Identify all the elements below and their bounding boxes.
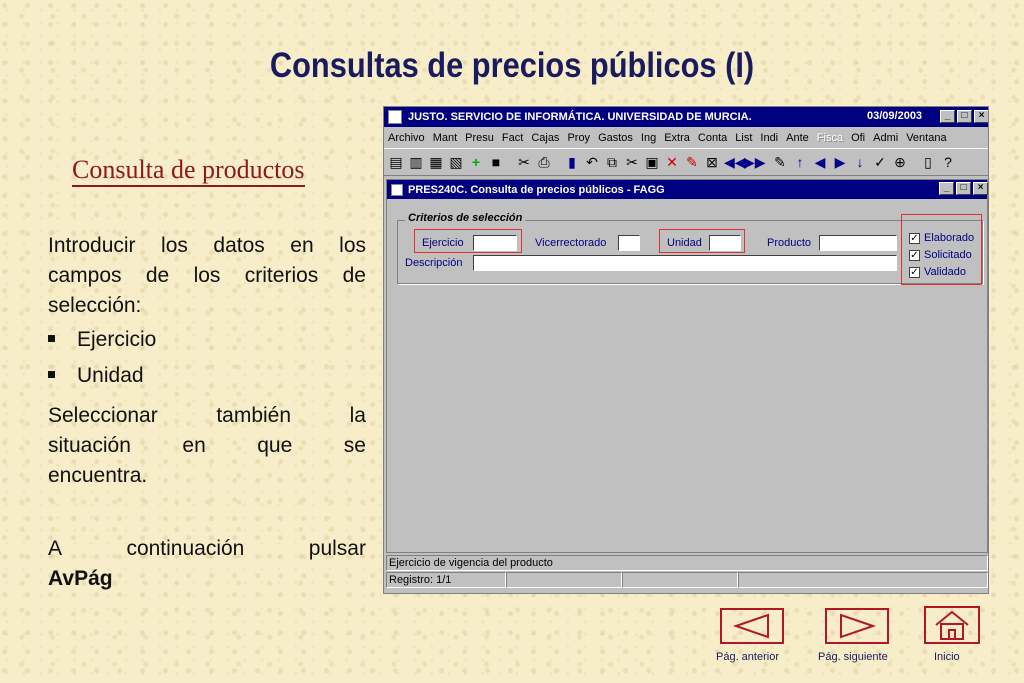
app-date: 03/09/2003 [867, 110, 923, 122]
triangle-right-icon [840, 613, 877, 639]
status-panel-3 [622, 572, 738, 588]
bullet-unidad: Unidad [48, 364, 144, 388]
menu-fisca: Fisca [816, 131, 844, 144]
copy-record-icon[interactable]: ▥ [408, 154, 424, 170]
first-record-icon[interactable]: ◀◀ [724, 154, 746, 170]
help-icon[interactable]: ? [940, 154, 956, 170]
status-hint: Ejercicio de vigencia del producto [386, 555, 988, 571]
descripcion-label: Descripción [405, 257, 463, 269]
app-titlebar: JUSTO. SERVICIO DE INFORMÁTICA. UNIVERSI… [384, 107, 988, 127]
trash-icon[interactable]: ▯ [920, 154, 936, 170]
toolbar: ▤ ▥ ▦ ▧ + ■ ✂ ⎙ ▮ ↶ ⧉ ✂ ▣ ✕ ✎ ⊠ ◀◀ ▶▶ ✎ … [384, 148, 988, 176]
menu-proy[interactable]: Proy [563, 132, 594, 144]
highlight-ejercicio [414, 229, 522, 253]
query-icon[interactable]: ▦ [428, 154, 444, 170]
next-page-button[interactable] [825, 608, 889, 644]
menu-indi[interactable]: Indi [756, 132, 782, 144]
bullet-marker-icon [48, 334, 55, 342]
child-minimize-button[interactable]: _ [939, 182, 954, 195]
exit-icon[interactable]: ▮ [564, 154, 580, 170]
menu-ante[interactable]: Ante [782, 132, 813, 144]
query-window-title: PRES240C. Consulta de precios públicos -… [408, 183, 665, 196]
prev-page-label[interactable]: Pág. anterior [716, 651, 779, 663]
app-title: JUSTO. SERVICIO DE INFORMÁTICA. UNIVERSI… [408, 111, 752, 123]
paragraph-select: Seleccionar también la situación en que se en… [48, 404, 366, 487]
bullet-ejercicio: Ejercicio [48, 328, 156, 352]
arrow-down-icon[interactable]: ↓ [852, 154, 868, 170]
menu-mant[interactable]: Mant [429, 132, 461, 144]
menu-ofi[interactable]: Ofi [847, 132, 869, 144]
next-icon[interactable]: ▶ [832, 154, 848, 170]
app-icon [388, 110, 402, 124]
paste-icon[interactable]: ▣ [644, 154, 660, 170]
bullet-marker-icon [48, 370, 55, 378]
menu-gastos[interactable]: Gastos [594, 132, 637, 144]
highlight-unidad [659, 229, 745, 253]
duplicate-icon[interactable]: ▧ [448, 154, 464, 170]
status-record: Registro: 1/1 [386, 572, 506, 588]
home-icon [935, 610, 969, 640]
window-icon [391, 183, 403, 196]
enter-query-icon[interactable]: ✎ [772, 154, 788, 170]
home-label[interactable]: Inicio [934, 651, 960, 663]
last-record-icon[interactable]: ▶▶ [744, 154, 766, 170]
avpag-key-label: AvPág [48, 567, 113, 590]
cut-icon[interactable]: ✂ [624, 154, 640, 170]
paragraph-next: Acontinuación pulsar AvPág [48, 534, 366, 594]
vicerrectorado-field[interactable] [618, 235, 640, 251]
section-subtitle: Consulta de productos [72, 155, 305, 187]
copy-icon[interactable]: ⧉ [604, 154, 620, 170]
add-icon[interactable]: + [468, 154, 484, 170]
clear-form-icon[interactable]: ⊠ [704, 154, 720, 170]
vicerrectorado-label: Vicerrectorado [535, 237, 607, 249]
new-icon[interactable]: ▤ [388, 154, 404, 170]
print-icon[interactable]: ⎙ [536, 154, 552, 170]
minimize-button[interactable]: _ [940, 110, 955, 123]
menu-cajas[interactable]: Cajas [527, 132, 563, 144]
clear-icon[interactable]: ✎ [684, 154, 700, 170]
menu-ventana[interactable]: Ventana [902, 132, 950, 144]
prev-page-button[interactable] [720, 608, 784, 644]
maximize-button[interactable]: □ [957, 110, 972, 123]
arrow-up-icon[interactable]: ↑ [792, 154, 808, 170]
triangle-left-icon [732, 613, 769, 639]
save-icon[interactable]: ■ [488, 154, 504, 170]
execute-query-icon[interactable]: ✓ [872, 154, 888, 170]
menu-extra[interactable]: Extra [660, 132, 694, 144]
highlight-checkboxes [901, 214, 982, 285]
home-button[interactable] [924, 606, 980, 644]
menu-fact[interactable]: Fact [498, 132, 527, 144]
delete-icon[interactable]: ✕ [664, 154, 680, 170]
undo-icon[interactable]: ↶ [584, 154, 600, 170]
menu-ing[interactable]: Ing [637, 132, 660, 144]
status-bar: Registro: 1/1 [386, 572, 988, 588]
query-window-titlebar: PRES240C. Consulta de precios públicos -… [387, 180, 988, 199]
menu-admi[interactable]: Admi [869, 132, 902, 144]
descripcion-field[interactable] [473, 255, 897, 271]
next-page-label[interactable]: Pág. siguiente [818, 651, 888, 663]
child-maximize-button[interactable]: □ [956, 182, 971, 195]
status-panel-2 [506, 572, 622, 588]
tools-icon[interactable]: ✂ [516, 154, 532, 170]
menubar: Archivo Mant Presu Fact Cajas Proy Gasto… [384, 128, 988, 147]
status-panel-4 [738, 572, 988, 588]
previous-icon[interactable]: ◀ [812, 154, 828, 170]
slide-title: Consultas de precios públicos (I) [269, 46, 755, 85]
app-window: JUSTO. SERVICIO DE INFORMÁTICA. UNIVERSI… [383, 106, 989, 594]
menu-list[interactable]: List [731, 132, 756, 144]
menu-presu[interactable]: Presu [461, 132, 498, 144]
producto-label: Producto [767, 237, 812, 249]
menu-conta[interactable]: Conta [694, 132, 731, 144]
child-close-button[interactable]: × [973, 182, 988, 195]
close-button[interactable]: × [974, 110, 988, 123]
zoom-icon[interactable]: ⊕ [892, 154, 908, 170]
menu-archivo[interactable]: Archivo [384, 132, 429, 144]
query-window: PRES240C. Consulta de precios públicos -… [386, 179, 988, 553]
intro-text: Introducir los datos en los campos de lo… [48, 234, 366, 317]
selection-criteria-label: Criterios de selección [405, 212, 526, 224]
producto-field[interactable] [819, 235, 897, 251]
